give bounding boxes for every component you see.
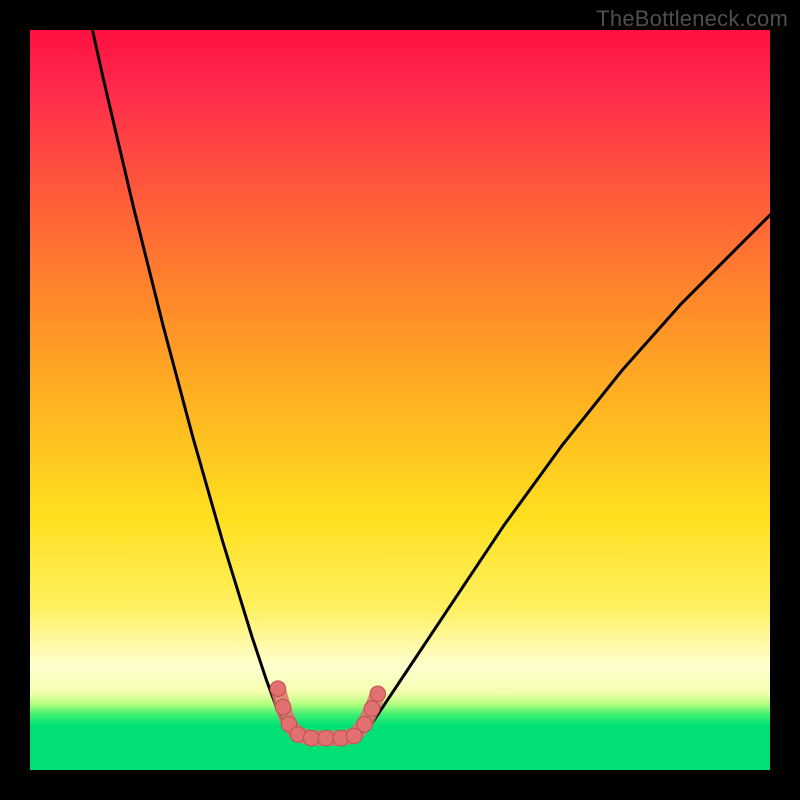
- marker-dot: [275, 699, 291, 715]
- marker-dot: [364, 701, 380, 717]
- marker-dot: [270, 681, 286, 697]
- plot-area: [30, 30, 770, 770]
- marker-dot: [303, 730, 319, 746]
- attribution-text: TheBottleneck.com: [596, 6, 788, 32]
- chart-frame: TheBottleneck.com: [0, 0, 800, 800]
- curve-layer: [30, 30, 770, 770]
- marker-dot: [370, 686, 386, 702]
- marker-dot: [318, 730, 334, 746]
- marker-dot: [357, 716, 373, 732]
- bottleneck-curve: [89, 15, 770, 739]
